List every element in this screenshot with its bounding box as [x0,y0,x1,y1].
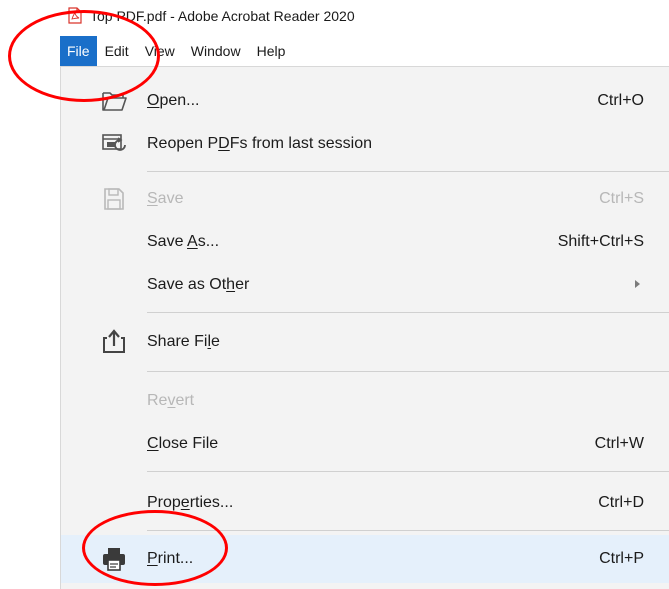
menu-item-close-file[interactable]: Close File Ctrl+W [61,420,669,468]
menu-file[interactable]: File [60,36,97,66]
menu-item-properties[interactable]: Properties... Ctrl+D [61,479,669,527]
shortcut-text: Ctrl+P [599,550,644,567]
shortcut-text: Ctrl+S [599,190,644,207]
file-menu-dropdown: Open... Ctrl+O Reopen PDFs from last ses… [60,66,669,589]
menu-item-label: Save as Other [147,276,250,293]
menu-item-save[interactable]: Save Ctrl+S [61,175,669,223]
menu-item-revert[interactable]: Revert [61,377,669,425]
pdf-file-icon [68,7,82,24]
shortcut-text: Ctrl+O [597,92,644,109]
menu-separator [147,171,669,172]
menu-bar: File Edit View Window Help [60,36,293,66]
title-bar: Top PDF.pdf - Adobe Acrobat Reader 2020 [0,0,669,36]
save-icon [104,188,124,210]
menu-item-print[interactable]: Print... Ctrl+P [61,535,669,583]
menu-item-share-file[interactable]: Share File [61,318,669,366]
menu-item-label: Close File [147,435,219,452]
menu-separator [147,530,669,531]
menu-separator [147,312,669,313]
printer-icon [103,548,125,571]
shortcut-text: Shift+Ctrl+S [557,233,644,250]
menu-item-open[interactable]: Open... Ctrl+O [61,77,669,125]
shortcut-text: Ctrl+W [594,435,644,452]
menu-item-label: Share File [147,333,220,350]
menu-item-save-as[interactable]: Save As... Shift+Ctrl+S [61,218,669,266]
share-icon [103,329,125,353]
menu-item-label: Save As... [147,233,220,250]
menu-edit[interactable]: Edit [97,36,137,66]
menu-item-label: Reopen PDFs from last session [147,135,372,152]
reopen-icon [102,134,126,151]
open-folder-icon [102,92,127,111]
window-title: Top PDF.pdf - Adobe Acrobat Reader 2020 [90,8,355,24]
menu-separator [147,371,669,372]
menu-item-label: Properties... [147,494,234,511]
menu-item-label: Open... [147,92,200,109]
menu-view[interactable]: View [137,36,183,66]
menu-item-label: Save [147,190,184,207]
submenu-arrow-icon [635,280,640,288]
menu-item-label: Revert [147,392,195,409]
menu-window[interactable]: Window [183,36,249,66]
shortcut-text: Ctrl+D [598,494,644,511]
menu-item-reopen[interactable]: Reopen PDFs from last session [61,120,669,168]
menu-help[interactable]: Help [249,36,294,66]
menu-separator [147,471,669,472]
menu-item-label: Print... [147,550,194,567]
menu-item-save-as-other[interactable]: Save as Other [61,261,669,309]
